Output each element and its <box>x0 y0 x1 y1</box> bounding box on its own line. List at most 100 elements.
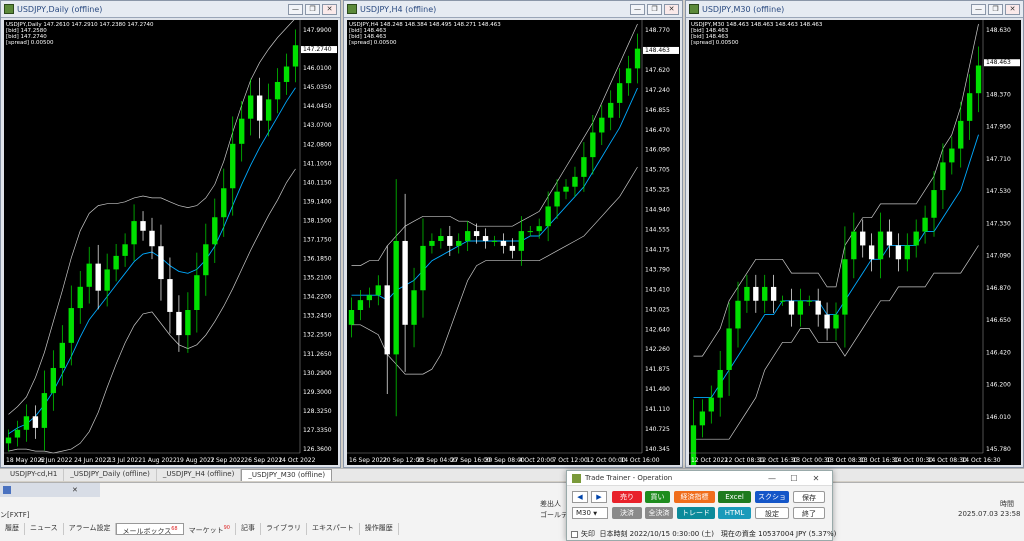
price-tick-label: 146.870 <box>986 285 1011 292</box>
dialog-titlebar[interactable]: Trade Trainer - Operation — ☐ ✕ <box>567 471 832 486</box>
close-icon[interactable]: ✕ <box>805 474 827 483</box>
price-tick-label: 148.370 <box>986 91 1011 98</box>
trade-button[interactable]: トレード <box>677 507 715 519</box>
html-button[interactable]: HTML <box>718 507 751 519</box>
close-button[interactable]: ✕ <box>664 3 679 15</box>
candle-body <box>634 48 641 69</box>
chart-tab-active[interactable]: _USDJPY_M30 (offline) <box>241 469 333 481</box>
minimize-button[interactable]: — <box>630 3 645 15</box>
back-arrow-button[interactable]: ◀ <box>572 491 588 503</box>
candle-body <box>104 269 110 291</box>
arrow-checkbox[interactable] <box>571 530 578 538</box>
chart-tab[interactable]: _USDJPY_H4 (offline) <box>157 469 242 481</box>
price-tick-label: 132.2550 <box>303 332 332 339</box>
chart-window-h4[interactable]: USDJPY,H4 (offline) — ❐ ✕ 148.770 148.463… <box>343 0 683 468</box>
candle-body <box>563 186 569 192</box>
candle-body <box>536 226 542 232</box>
terminal-close-icon[interactable]: ✕ <box>72 486 78 494</box>
tab-market[interactable]: マーケット90 <box>184 523 236 535</box>
price-chart[interactable]: 148.770 148.463 147.620 147.240 146.855 146.4… <box>347 20 680 465</box>
tab-journal[interactable]: 操作履歴 <box>360 523 399 535</box>
candlestick-chart[interactable]: 148.770 148.463 147.620 147.240 146.855 146.4… <box>347 20 680 465</box>
price-tick-label: 143.025 <box>645 306 670 313</box>
price-tick-label: 147.620 <box>645 67 670 74</box>
price-chart[interactable]: 147.9900 147.2740 146.0100 145.0350 144.0450… <box>4 20 338 465</box>
buy-button[interactable]: 買い <box>645 491 670 503</box>
settle-button[interactable]: 決済 <box>612 507 642 519</box>
restore-button[interactable]: ❐ <box>305 3 320 15</box>
price-tick-label: 143.0700 <box>303 122 332 129</box>
time-tick-label: 14 Oct 16:30 <box>961 457 1000 464</box>
candle-body <box>32 416 39 428</box>
save-button[interactable]: 保存 <box>793 491 825 503</box>
column-header-sender[interactable]: 差出人 <box>540 499 561 509</box>
time-tick-label: 1 Aug 2022 <box>142 457 177 464</box>
tab-mailbox[interactable]: メールボックス68 <box>116 523 184 535</box>
candle-body <box>14 429 21 438</box>
price-tick-label: 136.1850 <box>303 256 332 263</box>
maximize-icon[interactable]: ☐ <box>783 474 805 483</box>
tab-news[interactable]: ニュース <box>25 523 64 535</box>
restore-button[interactable]: ❐ <box>647 3 662 15</box>
ohlc-info-label: [spread] 0.00500 <box>691 40 739 46</box>
chart-titlebar[interactable]: USDJPY,H4 (offline) — ❐ ✕ <box>344 1 682 18</box>
chart-titlebar[interactable]: USDJPY,M30 (offline) — ❐ ✕ <box>686 1 1023 18</box>
minimize-icon[interactable]: — <box>761 474 783 483</box>
time-tick-label: 16 Sep 2022 <box>349 457 387 464</box>
tab-history[interactable]: 履歴 <box>0 523 25 535</box>
timeframe-select[interactable]: M30 ▼ <box>572 507 608 519</box>
candle-body <box>194 275 200 310</box>
chart-titlebar[interactable]: USDJPY,Daily (offline) — ❐ ✕ <box>1 1 340 18</box>
price-tick-label: 141.490 <box>645 386 670 393</box>
minimize-button[interactable]: — <box>971 3 986 15</box>
candle-body <box>158 246 164 280</box>
time-tick-label: 14 Oct 2022 <box>278 457 315 464</box>
candle-body <box>447 236 453 246</box>
price-tick-label: 143.790 <box>645 266 670 273</box>
chart-icon <box>347 4 357 14</box>
candlestick-chart[interactable]: 147.9900 147.2740 146.0100 145.0350 144.0450… <box>4 20 338 465</box>
price-tick-label: 147.9900 <box>303 27 332 34</box>
price-tick-label: 126.3600 <box>303 446 332 453</box>
candle-body <box>572 176 578 187</box>
close-button[interactable]: ✕ <box>322 3 337 15</box>
moving-average-line <box>693 134 979 399</box>
forward-arrow-button[interactable]: ▶ <box>591 491 607 503</box>
price-tick-label: 135.2100 <box>303 275 332 282</box>
close-button[interactable]: ✕ <box>1005 3 1020 15</box>
settings-button[interactable]: 設定 <box>755 507 789 519</box>
price-tick-label: 134.2200 <box>303 294 332 301</box>
candle-body <box>384 285 390 355</box>
chart-tab[interactable]: _USDJPY_Daily (offline) <box>64 469 157 481</box>
candle-body <box>966 93 973 121</box>
screenshot-button[interactable]: スクショ <box>755 491 789 503</box>
tab-experts[interactable]: エキスパート <box>307 523 360 535</box>
minimize-button[interactable]: — <box>288 3 303 15</box>
column-header-time[interactable]: 時間 <box>1000 499 1014 509</box>
price-tick-label: 127.3350 <box>303 427 332 434</box>
candle-body <box>140 221 146 231</box>
chart-window-m30[interactable]: USDJPY,M30 (offline) — ❐ ✕ 148.630 148.46… <box>685 0 1024 468</box>
candle-body <box>518 231 524 251</box>
restore-button[interactable]: ❐ <box>988 3 1003 15</box>
candle-body <box>616 83 623 103</box>
time-tick-label: 4 Oct 20:00 <box>519 457 554 464</box>
price-tick-label: 145.705 <box>645 167 670 174</box>
price-tick-label: 147.090 <box>986 253 1011 260</box>
sell-button[interactable]: 売り <box>612 491 642 503</box>
price-chart[interactable]: 148.630 148.463 148.370 147.950 147.710 147.5… <box>689 20 1021 465</box>
candle-body <box>473 231 480 237</box>
tab-library[interactable]: ライブラリ <box>261 523 307 535</box>
chart-window-daily[interactable]: USDJPY,Daily (offline) — ❐ ✕ 147.9900 147… <box>0 0 341 468</box>
excel-button[interactable]: Excel <box>718 491 751 503</box>
price-tick-label: 140.725 <box>645 426 670 433</box>
candle-body <box>949 148 955 163</box>
economic-indicator-button[interactable]: 経済指標 <box>674 491 715 503</box>
tab-alerts[interactable]: アラーム設定 <box>64 523 117 535</box>
chart-tab[interactable]: USDJPY-cd,H1 <box>4 469 65 481</box>
settle-all-button[interactable]: 全決済 <box>645 507 673 519</box>
candlestick-chart[interactable]: 148.630 148.463 148.370 147.950 147.710 147.5… <box>689 20 1021 465</box>
terminal-titlebar[interactable]: ✕ <box>0 483 100 497</box>
tab-articles[interactable]: 記事 <box>236 523 261 535</box>
exit-button[interactable]: 終了 <box>793 507 825 519</box>
